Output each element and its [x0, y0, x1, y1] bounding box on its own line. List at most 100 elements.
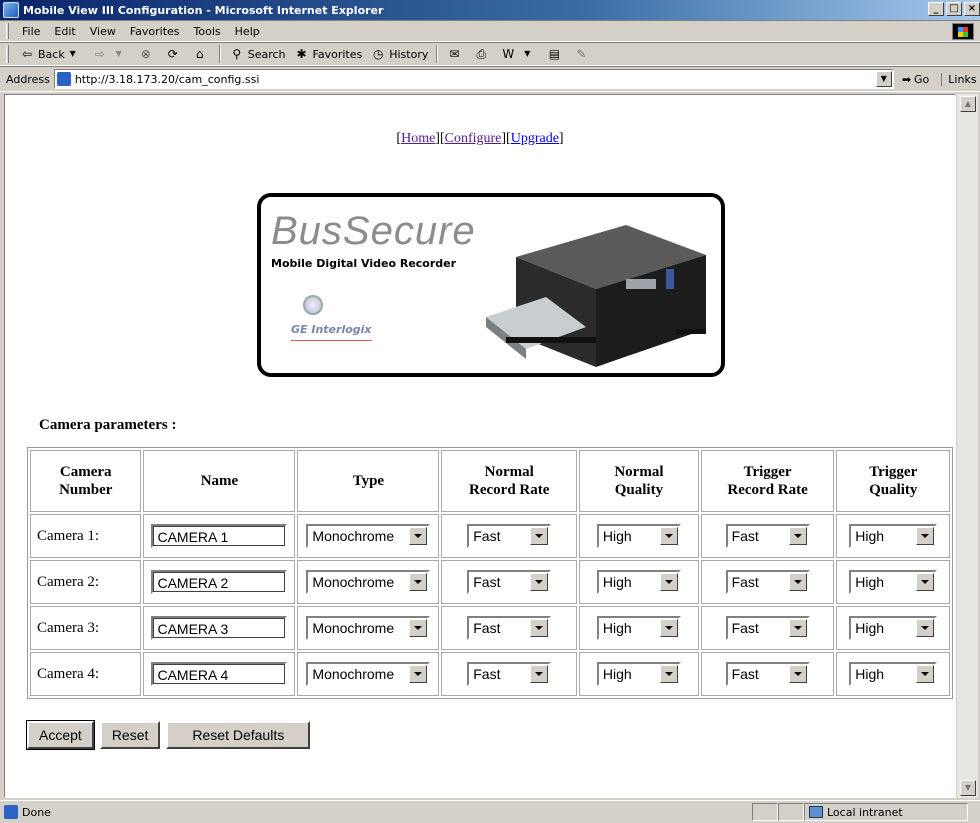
normal-quality-cell: High	[579, 652, 699, 696]
chevron-down-icon[interactable]	[409, 527, 428, 545]
normal-quality-select[interactable]: High	[596, 616, 681, 640]
chevron-down-icon[interactable]	[916, 665, 935, 683]
close-button[interactable]: ×	[964, 2, 980, 16]
scroll-down-button[interactable]: ▼	[960, 780, 976, 796]
camera-name-input[interactable]: CAMERA 4	[151, 662, 288, 686]
trigger-rate-select[interactable]: Fast	[725, 524, 810, 548]
back-button[interactable]: ⇦ Back ▼	[15, 46, 88, 62]
history-button[interactable]: ◷ History	[366, 46, 432, 62]
trigger-quality-select[interactable]: High	[849, 616, 938, 640]
normal-quality-select[interactable]: High	[596, 662, 681, 686]
links-button[interactable]: Links	[941, 72, 977, 86]
chevron-down-icon[interactable]	[659, 573, 678, 591]
reset-button[interactable]: Reset	[99, 721, 161, 749]
type-cell: Monochrome	[297, 514, 440, 558]
chevron-down-icon[interactable]	[530, 573, 549, 591]
trigger-quality-select[interactable]: High	[849, 570, 938, 594]
type-select[interactable]: Monochrome	[306, 662, 431, 686]
chevron-down-icon[interactable]: ▼	[111, 46, 127, 62]
chevron-down-icon[interactable]	[916, 619, 935, 637]
favorites-button[interactable]: ✱ Favorites	[290, 46, 367, 62]
trigger-quality-select[interactable]: High	[849, 524, 938, 548]
maximize-button[interactable]: □	[946, 2, 962, 16]
type-select[interactable]: Monochrome	[306, 616, 431, 640]
product-banner: BusSecure Mobile Digital Video Recorder …	[257, 193, 725, 377]
chevron-down-icon[interactable]	[409, 619, 428, 637]
chevron-down-icon[interactable]	[788, 665, 807, 683]
normal-quality-cell: High	[579, 514, 699, 558]
go-button[interactable]: ➡ Go	[902, 73, 929, 86]
chevron-down-icon[interactable]	[788, 619, 807, 637]
ge-logo-icon	[303, 295, 323, 315]
forward-button[interactable]: ⇨ ▼	[88, 46, 134, 62]
window-title-bar: Mobile View III Configuration - Microsof…	[0, 0, 980, 20]
history-icon: ◷	[372, 47, 384, 61]
chevron-down-icon[interactable]	[409, 665, 428, 683]
normal-rate-select[interactable]: Fast	[467, 662, 552, 686]
vertical-scrollbar[interactable]: ▲ ▼	[956, 94, 978, 798]
normal-rate-select[interactable]: Fast	[467, 524, 552, 548]
menu-file[interactable]: File	[15, 23, 47, 40]
chevron-down-icon[interactable]	[916, 527, 935, 545]
nav-upgrade-link[interactable]: Upgrade	[511, 131, 559, 146]
nav-home-link[interactable]: Home	[401, 131, 435, 146]
chevron-down-icon[interactable]	[530, 665, 549, 683]
trigger-rate-cell: Fast	[700, 560, 835, 604]
page-content[interactable]: [Home][Configure][Upgrade] BusSecure Mob…	[4, 94, 956, 798]
trigger-rate-select[interactable]: Fast	[725, 662, 810, 686]
address-input[interactable]: http://3.18.173.20/cam_config.ssi ▼	[53, 69, 894, 89]
camera-name-input[interactable]: CAMERA 1	[151, 524, 288, 548]
chevron-down-icon[interactable]	[916, 573, 935, 591]
chevron-down-icon[interactable]	[788, 527, 807, 545]
messenger-button[interactable]: ✎	[569, 46, 596, 62]
normal-quality-select[interactable]: High	[596, 570, 681, 594]
type-select[interactable]: Monochrome	[306, 570, 431, 594]
address-dropdown-button[interactable]: ▼	[875, 71, 892, 87]
mail-button[interactable]: ✉	[442, 46, 469, 62]
menu-view[interactable]: View	[83, 23, 123, 40]
search-button[interactable]: ⚲ Search	[225, 46, 290, 62]
toolbar-grip[interactable]	[6, 23, 9, 39]
type-select[interactable]: Monochrome	[306, 524, 431, 548]
trigger-quality-select[interactable]: High	[849, 662, 938, 686]
normal-rate-select[interactable]: Fast	[467, 570, 552, 594]
camera-name-input[interactable]: CAMERA 2	[151, 570, 288, 594]
trigger-rate-select[interactable]: Fast	[725, 616, 810, 640]
trigger-quality-cell: High	[836, 606, 950, 650]
normal-rate-select[interactable]: Fast	[467, 616, 552, 640]
camera-label: Camera 3:	[30, 606, 142, 650]
chevron-down-icon[interactable]	[530, 527, 549, 545]
print-button[interactable]: ⎙	[469, 46, 496, 62]
normal-quality-select[interactable]: High	[596, 524, 681, 548]
chevron-down-icon[interactable]	[659, 619, 678, 637]
camera-name-input[interactable]: CAMERA 3	[151, 616, 288, 640]
accept-button[interactable]: Accept	[26, 720, 95, 750]
chevron-down-icon[interactable]	[530, 619, 549, 637]
reset-defaults-button[interactable]: Reset Defaults	[166, 721, 311, 749]
chevron-down-icon[interactable]	[409, 573, 428, 591]
edit-button[interactable]: W ▼	[496, 46, 542, 62]
menu-help[interactable]: Help	[228, 23, 267, 40]
chevron-down-icon[interactable]	[788, 573, 807, 591]
toolbar-grip[interactable]	[6, 45, 9, 63]
stop-button[interactable]: ⊗	[134, 46, 161, 62]
name-cell: CAMERA 3	[143, 606, 296, 650]
menu-edit[interactable]: Edit	[47, 23, 82, 40]
status-text: Done	[22, 805, 51, 819]
minimize-button[interactable]: _	[928, 2, 944, 16]
chevron-down-icon[interactable]: ▼	[519, 46, 535, 62]
menu-favorites[interactable]: Favorites	[123, 23, 187, 40]
address-url[interactable]: http://3.18.173.20/cam_config.ssi	[75, 73, 260, 86]
discuss-icon: ▤	[548, 47, 561, 61]
window-controls: _ □ ×	[926, 2, 980, 16]
chevron-down-icon[interactable]: ▼	[65, 46, 81, 62]
menu-tools[interactable]: Tools	[187, 23, 228, 40]
refresh-button[interactable]: ⟳	[161, 46, 188, 62]
discuss-button[interactable]: ▤	[542, 46, 569, 62]
chevron-down-icon[interactable]	[659, 665, 678, 683]
home-button[interactable]: ⌂	[188, 46, 215, 62]
trigger-rate-select[interactable]: Fast	[725, 570, 810, 594]
nav-configure-link[interactable]: Configure	[445, 131, 502, 146]
scroll-up-button[interactable]: ▲	[960, 96, 976, 112]
chevron-down-icon[interactable]	[659, 527, 678, 545]
